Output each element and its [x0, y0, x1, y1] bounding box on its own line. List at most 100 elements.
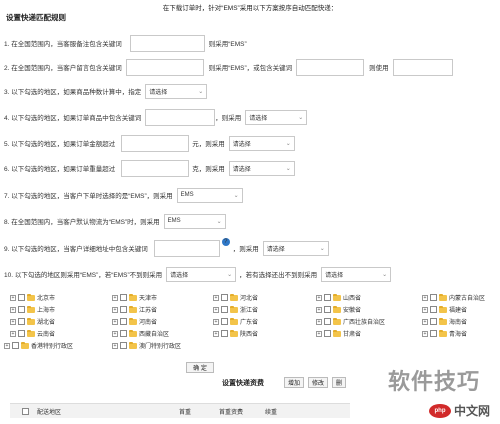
rule-6-select[interactable]: 请选择 ⌄ — [228, 160, 295, 176]
expand-icon[interactable]: + — [4, 342, 10, 349]
chevron-down-icon: ⌄ — [298, 114, 304, 121]
region-item[interactable]: + 上海市 — [10, 305, 55, 314]
confirm-button[interactable]: 确 定 — [186, 362, 214, 373]
expand-icon[interactable]: + — [422, 318, 428, 325]
region-checkbox[interactable] — [18, 318, 25, 325]
expand-icon[interactable]: + — [10, 330, 16, 337]
region-checkbox[interactable] — [324, 318, 331, 325]
watermark-site: php 中文网 — [428, 402, 490, 419]
expand-icon[interactable]: + — [10, 306, 16, 313]
folder-icon — [230, 305, 238, 313]
select-all-checkbox[interactable] — [22, 407, 29, 415]
region-checkbox[interactable] — [324, 306, 331, 313]
rule-2-courier-input[interactable] — [392, 58, 453, 76]
region-item[interactable]: + 广东省 — [213, 317, 258, 326]
rule-5-select[interactable]: 请选择 ⌄ — [228, 135, 295, 151]
help-icon[interactable]: ? — [221, 238, 230, 246]
region-checkbox[interactable] — [430, 318, 437, 325]
region-item[interactable]: + 河北省 — [213, 293, 258, 302]
region-item[interactable]: + 青海省 — [422, 329, 467, 338]
expand-icon[interactable]: + — [112, 342, 118, 349]
rule-8-select[interactable]: EMS ⌄ — [163, 213, 226, 229]
region-checkbox[interactable] — [430, 306, 437, 313]
rule-9-keyword-input[interactable] — [153, 239, 220, 257]
rule-3-select[interactable]: 请选择 ⌄ — [145, 83, 208, 99]
expand-icon[interactable]: + — [112, 330, 118, 337]
region-item[interactable]: + 澳门特别行政区 — [112, 341, 181, 350]
region-item[interactable]: + 河南省 — [112, 317, 157, 326]
region-item[interactable]: + 云南省 — [10, 329, 55, 338]
region-checkbox[interactable] — [221, 318, 228, 325]
rule-7-select[interactable]: EMS ⌄ — [176, 187, 243, 203]
region-checkbox[interactable] — [221, 330, 228, 337]
col-first-weight: 首重 — [179, 409, 192, 416]
region-item[interactable]: + 天津市 — [112, 293, 157, 302]
expand-icon[interactable]: + — [213, 318, 219, 325]
expand-icon[interactable]: + — [112, 294, 118, 301]
add-button[interactable]: 增加 — [284, 377, 304, 388]
region-checkbox[interactable] — [324, 294, 331, 301]
expand-icon[interactable]: + — [10, 294, 16, 301]
expand-icon[interactable]: + — [112, 306, 118, 313]
region-checkbox[interactable] — [18, 330, 25, 337]
expand-icon[interactable]: + — [112, 318, 118, 325]
expand-icon[interactable]: + — [316, 306, 322, 313]
expand-icon[interactable]: + — [316, 318, 322, 325]
expand-icon[interactable]: + — [10, 318, 16, 325]
rule-2-label: 2. 在全国范围内，当客户留言包含关键词 — [4, 65, 122, 72]
expand-icon[interactable]: + — [213, 306, 219, 313]
region-checkbox[interactable] — [221, 306, 228, 313]
expand-icon[interactable]: + — [316, 294, 322, 301]
delete-button[interactable]: 删 — [332, 377, 346, 388]
region-label: 西藏自治区 — [139, 332, 170, 338]
region-item[interactable]: + 北京市 — [10, 293, 55, 302]
region-label: 澳门特别行政区 — [139, 344, 182, 350]
rule-1-keyword-input[interactable] — [129, 34, 205, 52]
region-item[interactable]: + 西藏自治区 — [112, 329, 169, 338]
expand-icon[interactable]: + — [316, 330, 322, 337]
expand-icon[interactable]: + — [213, 330, 219, 337]
rule-2-keyword-input[interactable] — [125, 58, 204, 76]
region-label: 河南省 — [139, 320, 158, 326]
rule-10-select-1[interactable]: 请选择 ⌄ — [166, 266, 237, 282]
rule-9-select[interactable]: 请选择 ⌄ — [262, 240, 329, 256]
rule-10-select-2[interactable]: 请选择 ⌄ — [321, 266, 392, 282]
region-item[interactable]: + 海南省 — [422, 317, 467, 326]
expand-icon[interactable]: + — [213, 294, 219, 301]
region-item[interactable]: + 江苏省 — [112, 305, 157, 314]
rule-4-select[interactable]: 请选择 ⌄ — [245, 109, 308, 125]
folder-icon — [333, 305, 341, 313]
edit-button[interactable]: 修改 — [308, 377, 328, 388]
region-label: 福建省 — [449, 308, 468, 314]
expand-icon[interactable]: + — [422, 330, 428, 337]
region-item[interactable]: + 香港特别行政区 — [4, 341, 73, 350]
rule-5-amount-input[interactable] — [121, 134, 190, 152]
region-checkbox[interactable] — [120, 330, 127, 337]
region-item[interactable]: + 浙江省 — [213, 305, 258, 314]
region-checkbox[interactable] — [120, 294, 127, 301]
rule-4-keyword-input[interactable] — [145, 108, 216, 126]
region-item[interactable]: + 福建省 — [422, 305, 467, 314]
folder-icon — [439, 329, 447, 337]
region-checkbox[interactable] — [324, 330, 331, 337]
region-checkbox[interactable] — [120, 342, 127, 349]
region-checkbox[interactable] — [430, 330, 437, 337]
rule-2-keyword2-input[interactable] — [296, 58, 365, 76]
region-item[interactable]: + 安徽省 — [316, 305, 361, 314]
region-item[interactable]: + 甘肃省 — [316, 329, 361, 338]
region-checkbox[interactable] — [18, 306, 25, 313]
region-item[interactable]: + 山西省 — [316, 293, 361, 302]
region-checkbox[interactable] — [221, 294, 228, 301]
expand-icon[interactable]: + — [422, 294, 428, 301]
region-checkbox[interactable] — [430, 294, 437, 301]
region-item[interactable]: + 湖北省 — [10, 317, 55, 326]
rule-6-weight-input[interactable] — [121, 159, 190, 177]
region-item[interactable]: + 广西壮族自治区 — [316, 317, 385, 326]
region-item[interactable]: + 陕西省 — [213, 329, 258, 338]
expand-icon[interactable]: + — [422, 306, 428, 313]
region-checkbox[interactable] — [120, 318, 127, 325]
region-checkbox[interactable] — [18, 294, 25, 301]
region-item[interactable]: + 内蒙古自治区 — [422, 293, 485, 302]
region-checkbox[interactable] — [12, 342, 19, 349]
region-checkbox[interactable] — [120, 306, 127, 313]
